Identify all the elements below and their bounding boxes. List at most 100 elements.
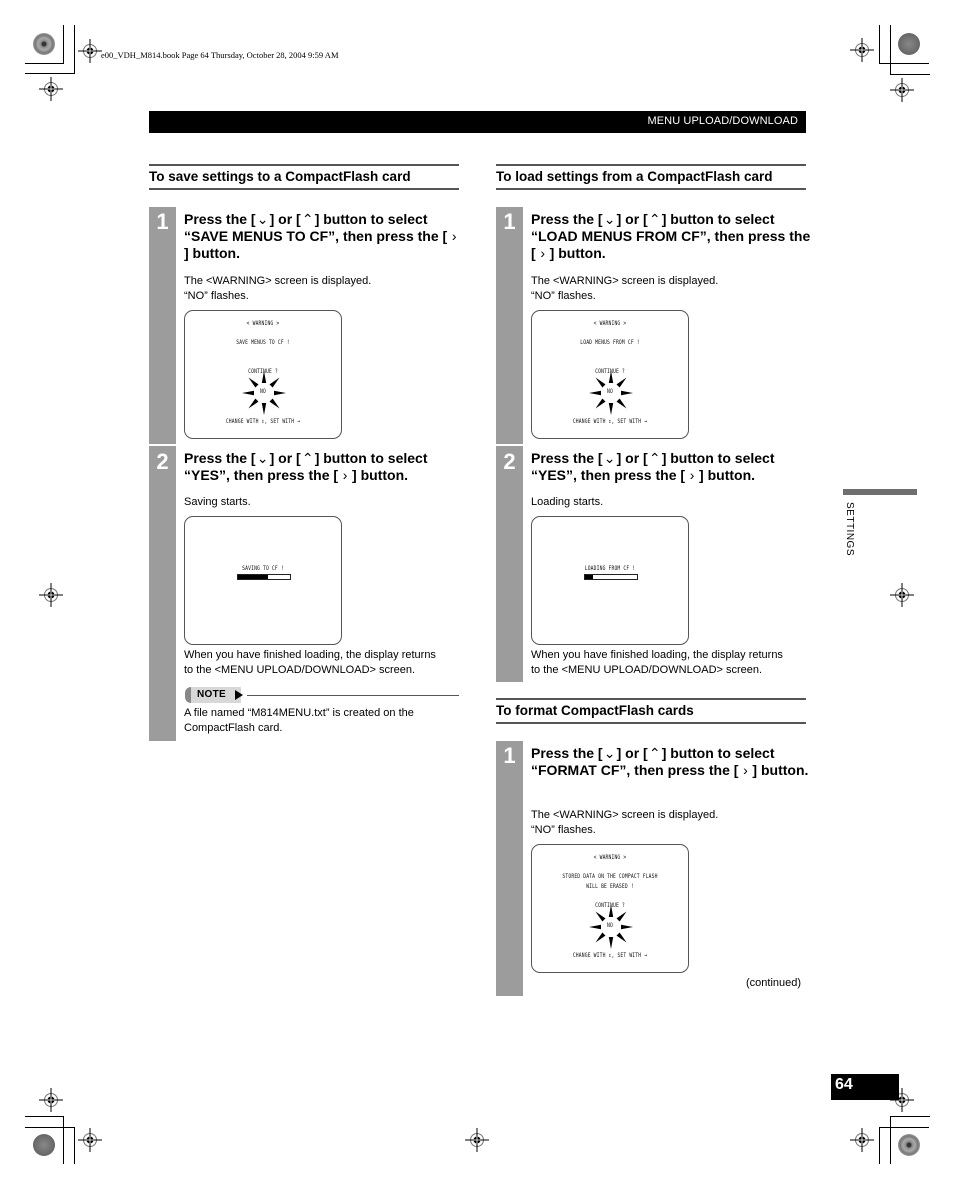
crop-mark (890, 25, 891, 75)
section-heading-save: To save settings to a CompactFlash card (149, 164, 459, 190)
note-rule (247, 695, 459, 696)
step-number-column: 1 2 (149, 207, 176, 741)
registration-mark-icon (39, 1088, 63, 1112)
warning-screen: < WARNING > SAVE MENUS TO CF ! CONTINUE … (184, 310, 342, 439)
screen-text: STORED DATA ON THE COMPACT FLASH (562, 873, 658, 880)
screen-text: LOADING FROM CF ! (584, 565, 636, 572)
side-tab-label: SETTINGS (844, 502, 855, 557)
step-description: The <WARNING> screen is displayed. “NO” … (184, 274, 464, 304)
screen-text: WILL BE ERASED ! (586, 883, 634, 890)
up-button-icon: ⌃ (648, 450, 661, 466)
registration-mark-icon (78, 1128, 102, 1152)
right-button-icon: › (689, 467, 695, 483)
description-line: The <WARNING> screen is displayed. (184, 275, 372, 287)
flash-ray (608, 371, 614, 383)
followup-line: to the <MENU UPLOAD/DOWNLOAD> screen. (531, 664, 763, 676)
screen-text: < WARNING > (246, 320, 280, 327)
step-title: Press the [⌄] or [⌃] button to select “Y… (531, 450, 775, 483)
section-heading-format: To format CompactFlash cards (496, 698, 806, 724)
step-title: Press the [⌄] or [⌃] button to select “S… (184, 211, 464, 262)
up-button-icon: ⌃ (301, 450, 314, 466)
screen-text: CHANGE WITH ↕, SET WITH → (572, 952, 648, 959)
followup-line: to the <MENU UPLOAD/DOWNLOAD> screen. (184, 664, 416, 676)
registration-mark-icon (850, 38, 874, 62)
flash-ray (269, 398, 280, 409)
page-number: 64 (835, 1076, 853, 1093)
step-number-column: 1 (496, 741, 523, 996)
flash-ray (269, 377, 280, 388)
crop-mark (25, 1127, 75, 1128)
flash-ray (261, 371, 267, 383)
step-number: 2 (503, 449, 516, 474)
crop-mark (63, 25, 64, 64)
flash-ray (595, 377, 606, 388)
flash-ray (608, 937, 614, 949)
right-button-icon: › (743, 762, 748, 778)
registration-mark-icon (39, 583, 63, 607)
registration-mark-icon (890, 583, 914, 607)
screen-text: < WARNING > (593, 320, 627, 327)
section-heading-text: To save settings to a CompactFlash card (149, 169, 411, 184)
crop-mark (25, 63, 63, 64)
note-header: NOTE (185, 687, 459, 703)
warning-screen: < WARNING > LOAD MENUS FROM CF ! CONTINU… (531, 310, 689, 439)
flash-ray (595, 398, 606, 409)
progress-screen: SAVING TO CF ! (184, 516, 342, 645)
crop-mark (25, 73, 75, 74)
section-heading-load: To load settings from a CompactFlash car… (496, 164, 806, 190)
crop-mark (879, 1127, 880, 1164)
step-followup: When you have finished loading, the disp… (184, 648, 474, 678)
screen-text: CHANGE WITH ↕, SET WITH → (225, 418, 301, 425)
flash-ray (248, 398, 259, 409)
flash-ray (616, 932, 627, 943)
step-followup: When you have finished loading, the disp… (531, 648, 821, 678)
screen-text: NO (260, 388, 266, 395)
flash-ray (261, 403, 267, 415)
screen-text: < WARNING > (593, 854, 627, 861)
step-number: 1 (503, 743, 516, 768)
down-button-icon: ⌄ (603, 211, 616, 227)
color-target-icon (33, 33, 55, 55)
note-badge: NOTE (185, 687, 241, 703)
crop-mark (890, 1116, 930, 1117)
step-title: Press the [⌄] or [⌃] button to select “F… (531, 745, 809, 778)
crop-mark (890, 1116, 891, 1164)
right-button-icon: › (342, 467, 348, 483)
description-line: “NO” flashes. (531, 824, 596, 836)
crop-mark (890, 74, 930, 75)
right-button-icon: › (451, 228, 457, 244)
note-arrow-icon (235, 690, 243, 700)
registration-mark-icon (890, 78, 914, 102)
flash-ray (595, 932, 606, 943)
down-button-icon: ⌄ (256, 211, 269, 227)
step-divider (149, 444, 176, 446)
step-description: Saving starts. (184, 495, 464, 510)
registration-mark-icon (39, 77, 63, 101)
section-heading-text: To format CompactFlash cards (496, 703, 694, 718)
progress-fill (585, 575, 593, 579)
screen-text: NO (607, 388, 613, 395)
down-button-icon: ⌄ (603, 450, 616, 466)
note-label: NOTE (197, 689, 226, 700)
color-target-icon (33, 1134, 55, 1156)
continued-label: (continued) (746, 977, 802, 989)
flash-ray (616, 377, 627, 388)
screen-text: LOAD MENUS FROM CF ! (580, 339, 640, 346)
description-line: Saving starts. (184, 496, 251, 508)
crop-mark (879, 25, 880, 64)
progress-fill (238, 575, 269, 579)
step-description: Loading starts. (531, 495, 811, 510)
header-bar: MENU UPLOAD/DOWNLOAD (149, 111, 806, 133)
step-number: 1 (156, 209, 169, 234)
step-description: The <WARNING> screen is displayed. “NO” … (531, 274, 811, 304)
description-line: “NO” flashes. (184, 290, 249, 302)
progress-bar (584, 574, 638, 580)
step-number: 2 (156, 449, 169, 474)
followup-line: When you have finished loading, the disp… (184, 649, 436, 661)
side-tab-marker (843, 489, 917, 495)
crop-mark (879, 1127, 929, 1128)
description-line: Loading starts. (531, 496, 604, 508)
crop-mark (879, 63, 929, 64)
progress-screen: LOADING FROM CF ! (531, 516, 689, 645)
flash-ray (616, 398, 627, 409)
